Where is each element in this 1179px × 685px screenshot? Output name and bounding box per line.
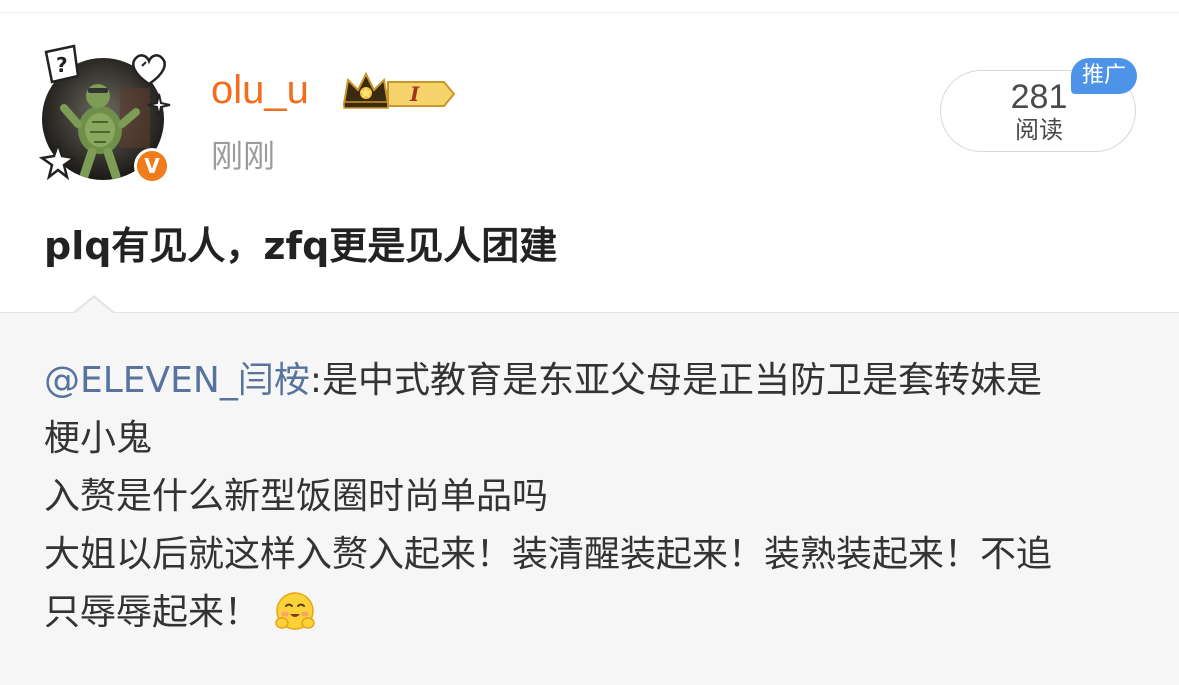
svg-text:?: ?	[56, 53, 68, 77]
repost-line-text: 只辱辱起来！	[44, 592, 261, 633]
post-timestamp: 刚刚	[211, 137, 276, 175]
verified-badge-icon: V	[134, 148, 170, 184]
star-doodle-icon	[38, 140, 78, 180]
repost-line: 入赘是什么新型饭圈时尚单品吗	[44, 476, 549, 517]
repost-line: 梗小鬼	[44, 418, 153, 459]
repost-line: 只辱辱起来！	[44, 584, 1144, 642]
repost-pointer-fill	[74, 298, 114, 314]
promo-tag[interactable]: 推广	[1071, 58, 1137, 94]
top-divider	[0, 12, 1179, 13]
weibo-post-screen: ? V olu_u I 刚刚 281 阅读 推广 plq有见人，zfq更是见人团…	[0, 0, 1179, 685]
post-body-text: plq有见人，zfq更是见人团建	[44, 224, 558, 268]
repost-line-text: :是中式教育是东亚父母是正当防卫是套转妹是	[309, 360, 1042, 401]
smiling-face-with-hands-icon	[275, 592, 315, 630]
crown-level-icon[interactable]: I	[342, 70, 458, 114]
heart-doodle-icon	[132, 54, 166, 86]
question-doodle-icon: ?	[44, 44, 80, 84]
read-label: 阅读	[1015, 116, 1063, 144]
level-label: I	[409, 82, 420, 106]
author-avatar[interactable]: ? V	[38, 40, 178, 190]
author-username[interactable]: olu_u	[211, 64, 309, 116]
repost-text: @ELEVEN_闫桉:是中式教育是东亚父母是正当防卫是套转妹是 梗小鬼 入赘是什…	[44, 352, 1144, 642]
repost-mention-link[interactable]: @ELEVEN_闫桉	[44, 360, 310, 401]
repost-line: @ELEVEN_闫桉:是中式教育是东亚父母是正当防卫是套转妹是	[44, 352, 1144, 410]
repost-line: 大姐以后就这样入赘入起来！装清醒装起来！装熟装起来！不追	[44, 534, 1053, 575]
sparkle-doodle-icon	[147, 93, 171, 117]
